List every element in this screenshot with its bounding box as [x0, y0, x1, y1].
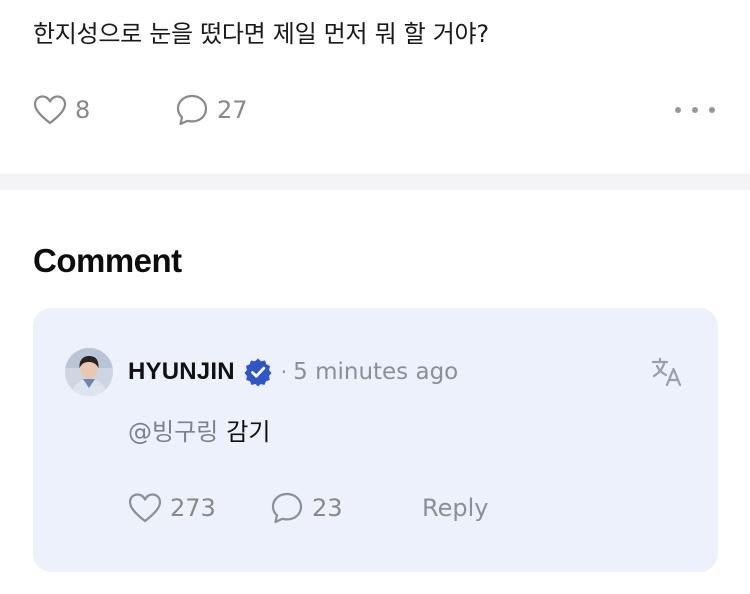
post: 한지성으로 눈을 떴다면 제일 먼저 뭐 할 거야? 8 27: [0, 0, 750, 174]
time-separator: ·: [280, 360, 288, 384]
comment-card: HYUNJIN · 5 minutes ago @빙구링 감기 273 23 R…: [33, 308, 718, 572]
more-dot: [675, 107, 681, 113]
post-text: 한지성으로 눈을 떴다면 제일 먼저 뭐 할 거야?: [33, 20, 489, 48]
post-comment-button[interactable]: 27: [175, 92, 248, 128]
heart-icon: [128, 493, 162, 523]
post-comment-count: 27: [217, 96, 248, 124]
mention-link[interactable]: @빙구링: [128, 418, 218, 446]
comment-section-title: Comment: [33, 242, 182, 279]
comment-text: 감기: [226, 418, 271, 446]
speech-bubble-icon: [176, 94, 208, 126]
reply-button[interactable]: Reply: [422, 490, 488, 526]
section-divider: [0, 174, 750, 190]
comment-actions: 273 23 Reply: [128, 490, 688, 526]
post-actions: 8 27: [33, 92, 723, 128]
speech-bubble-icon: [271, 492, 303, 524]
post-like-button[interactable]: 8: [33, 92, 90, 128]
more-dots-icon[interactable]: [675, 92, 715, 128]
more-dot: [709, 107, 715, 113]
avatar-image: [65, 348, 113, 396]
comment-reply-count: 23: [312, 494, 343, 522]
verified-badge-icon: [244, 358, 272, 387]
comment-body: @빙구링 감기: [128, 412, 270, 447]
comment-timestamp: 5 minutes ago: [293, 359, 459, 385]
translate-icon[interactable]: [650, 355, 684, 389]
more-dot: [692, 107, 698, 113]
comment-reply-count-button[interactable]: 23: [270, 490, 343, 526]
comment-like-count: 273: [170, 494, 216, 522]
avatar[interactable]: [65, 348, 113, 396]
heart-icon: [33, 95, 67, 125]
comment-like-button[interactable]: 273: [128, 490, 216, 526]
post-like-count: 8: [75, 96, 91, 124]
comment-header: HYUNJIN · 5 minutes ago: [128, 355, 458, 389]
author-name[interactable]: HYUNJIN: [128, 358, 235, 386]
